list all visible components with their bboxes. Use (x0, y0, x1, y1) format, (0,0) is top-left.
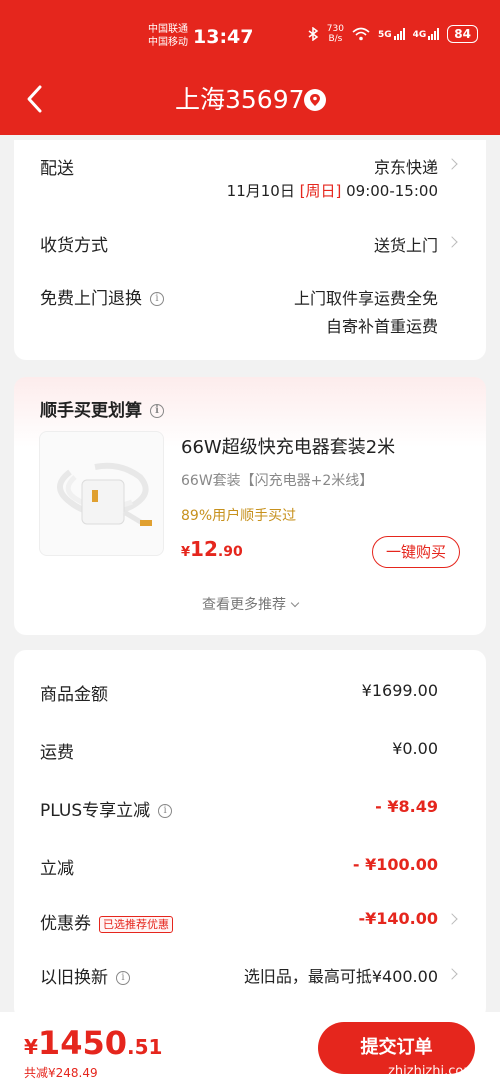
battery-indicator: 84 (447, 25, 478, 43)
product-price: ¥12.90 (181, 537, 243, 561)
wifi-icon (352, 27, 370, 41)
product-name[interactable]: 66W超级快充电器套装2米 (181, 433, 395, 459)
signal-2: 4G (413, 28, 440, 40)
price-summary-card: 商品金额 ¥1699.00 运费 ¥0.00 PLUS专享立减 i - ¥8.49… (14, 650, 486, 1020)
return-line2: 自寄补首重运费 (325, 317, 438, 336)
plus-discount-value: - ¥8.49 (375, 797, 438, 816)
shipping-label: 运费 (40, 743, 74, 763)
product-spec: 66W套装【闪充电器+2米线】 (181, 473, 374, 489)
info-icon[interactable]: i (150, 292, 164, 306)
tradein-label: 以旧换新 i (40, 963, 130, 988)
addon-title: 顺手买更划算 i (40, 396, 164, 421)
addon-card: 顺手买更划算 i 66W超级快充电器套装2米 66W套装【闪充电器+2米线】 89… (14, 377, 486, 635)
coupon-tag: 已选推荐优惠 (99, 915, 173, 933)
app-header: 中国联通 中国移动 13:47 730 B/s 5G 4G 84 上海35697 (0, 0, 500, 135)
network-speed: 730 B/s (326, 24, 344, 44)
coupon-value[interactable]: -¥140.00 (358, 909, 438, 928)
page-title: 上海35697 (175, 85, 305, 114)
instant-discount-value: - ¥100.00 (352, 855, 438, 874)
tradein-value[interactable]: 选旧品，最高可抵¥400.00 (244, 963, 438, 987)
delivery-label: 配送 (40, 159, 74, 179)
info-icon[interactable]: i (116, 971, 130, 985)
receipt-value[interactable]: 送货上门 (374, 232, 438, 256)
chevron-down-icon (290, 598, 300, 608)
chevron-right-icon[interactable] (446, 158, 458, 170)
carrier-2: 中国移动 (148, 37, 188, 48)
status-bar: 中国联通 中国移动 13:47 730 B/s 5G 4G 84 (0, 18, 500, 58)
more-recommendations-link[interactable]: 查看更多推荐 (14, 594, 486, 614)
info-icon[interactable]: i (158, 804, 173, 818)
plus-discount-label: PLUS专享立减 i (40, 796, 173, 821)
return-line1: 上门取件享运费全免 (293, 289, 438, 308)
delivery-carrier[interactable]: 京东快递 (374, 154, 438, 178)
delivery-card: 配送 京东快递 11月10日 [周日] 09:00-15:00 收货方式 送货上… (14, 140, 486, 360)
chevron-right-icon[interactable] (446, 968, 458, 980)
one-click-buy-button[interactable]: 一键购买 (372, 536, 460, 568)
checkout-bar: ¥1450.51 共减¥248.49 提交订单 (0, 1012, 500, 1083)
info-icon[interactable]: i (150, 404, 164, 418)
coupon-label: 优惠券 已选推荐优惠 (40, 909, 173, 934)
submit-order-button[interactable]: 提交订单 (318, 1022, 475, 1074)
product-popularity: 89%用户顺手买过 (181, 508, 297, 524)
status-time: 13:47 (193, 26, 254, 48)
carrier-1: 中国联通 (148, 24, 188, 35)
signal-bars-icon (428, 28, 440, 40)
status-icons: 730 B/s 5G 4G 84 (307, 24, 478, 44)
total-price: ¥1450.51 (24, 1024, 163, 1062)
bluetooth-icon (308, 27, 319, 41)
product-thumbnail[interactable] (39, 431, 164, 556)
back-arrow-icon[interactable] (24, 84, 48, 114)
receipt-label: 收货方式 (40, 236, 108, 256)
goods-amount-value: ¥1699.00 (361, 681, 438, 700)
chevron-right-icon[interactable] (446, 913, 458, 925)
chevron-right-icon[interactable] (446, 236, 458, 248)
return-label: 免费上门退换 i (40, 284, 164, 309)
goods-amount-label: 商品金额 (40, 685, 108, 705)
shipping-value: ¥0.00 (392, 739, 438, 758)
signal-1: 5G (378, 28, 405, 40)
instant-discount-label: 立减 (40, 859, 74, 879)
total-saved[interactable]: 共减¥248.49 (24, 1064, 98, 1081)
location-pin-icon[interactable] (304, 89, 326, 111)
delivery-schedule[interactable]: 11月10日 [周日] 09:00-15:00 (227, 180, 438, 201)
signal-bars-icon (393, 28, 405, 40)
carrier-names: 中国联通 中国移动 (148, 23, 188, 49)
